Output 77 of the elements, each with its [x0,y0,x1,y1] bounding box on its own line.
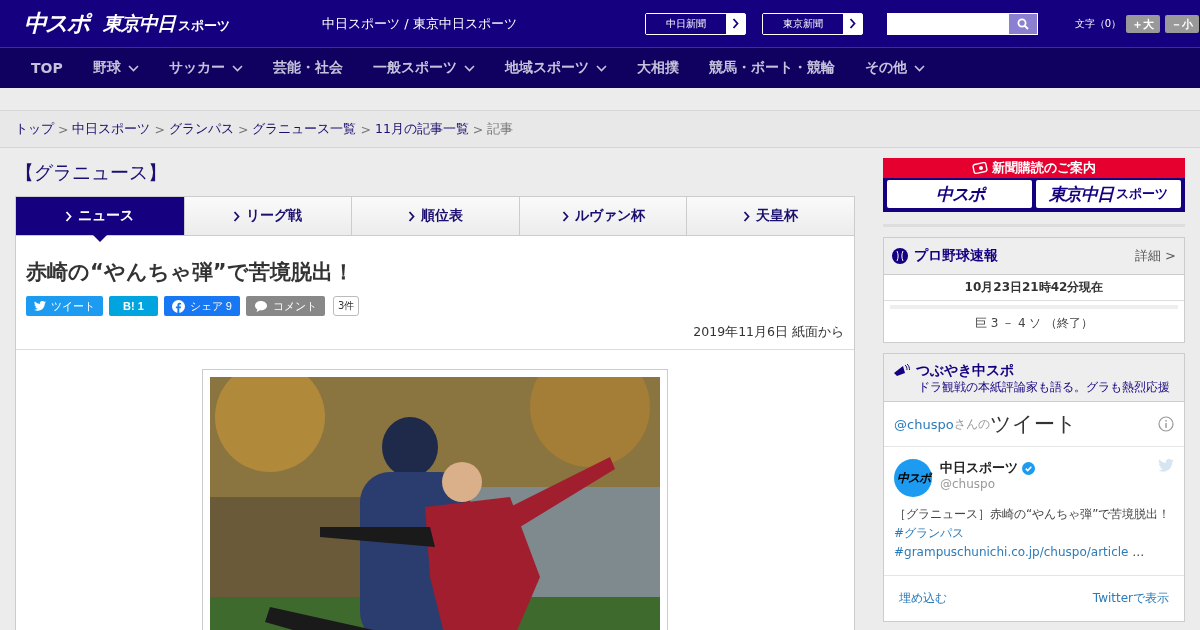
article-date: 2019年11月6日 紙面から [692,324,844,341]
search-field[interactable] [886,12,1038,35]
account-name[interactable]: 中日スポーツ [940,459,1018,477]
comment-count: 3件 [333,296,360,316]
nav-item[interactable]: 芸能・社会 [257,48,358,88]
breadcrumb-link[interactable]: 中日スポーツ [72,120,151,138]
font-size-label: 文字（0） [1074,16,1122,31]
facebook-icon [171,299,185,313]
chevron-right-icon [848,18,856,29]
update-time: 10月23日21時42分現在 [884,275,1184,301]
chevron-right-icon [561,210,569,222]
newspaper-link[interactable]: 東京新聞 [761,12,863,35]
nav-item[interactable]: 野球 [77,48,154,88]
facebook-share-button[interactable]: シェア 9 [163,296,240,316]
nav-item[interactable]: 一般スポーツ [357,48,490,88]
chevron-down-icon [463,64,475,72]
newspaper-logo[interactable]: 東京中日 スポーツ [1036,180,1181,208]
chevron-down-icon [913,64,925,72]
newspaper-link[interactable]: 中日新聞 [644,12,746,35]
breadcrumb-separator: > [58,121,69,137]
nav-item[interactable]: 競馬・ボート・競輪 [693,48,850,88]
tweet-text: ［グラニュース］赤崎の“やんちゃ弾”で苦境脱出！ #グランパス #grampuschunichi.co.jp/chuspo/article … [894,506,1172,562]
nav-item[interactable]: 地域スポーツ [489,48,622,88]
breadcrumb-separator: > [237,121,249,137]
megaphone-icon [892,363,910,379]
tab[interactable]: リーグ戦 [183,197,352,235]
chevron-right-icon [65,210,73,222]
breadcrumb-current: 記事 [487,120,514,138]
footer-link[interactable]: Twitterで表示 [1092,590,1169,607]
tab[interactable]: 順位表 [351,197,519,235]
footer-link[interactable]: 埋め込む [899,590,947,607]
chevron-down-icon [595,64,607,72]
widget-title: つぶやき中スポ [916,362,1014,380]
breadcrumb-link[interactable]: グランパス [168,120,234,138]
tab[interactable]: ルヴァン杯 [518,197,687,235]
timeline-heading: ツイート [989,411,1077,438]
bird-icon [34,301,46,311]
breadcrumb-separator: > [360,121,371,137]
breadcrumb-link[interactable]: 11月の記事一覧 [374,120,469,138]
chevron-right-icon [233,210,241,222]
hashtag-link[interactable]: #グランパス [894,526,965,541]
breadcrumb-link[interactable]: トップ [15,120,54,138]
site-title: 中日スポーツ / 東京中日スポーツ [322,14,517,33]
chevron-down-icon [127,64,139,72]
hashtag-link[interactable]: #grampuschunichi.co.jp/chuspo/article [894,545,1129,560]
breadcrumb-link[interactable]: グラニュース一覧 [252,120,357,138]
widget-title: プロ野球速報 [914,247,998,265]
chevron-right-icon [731,18,739,29]
chevron-right-icon [408,210,415,222]
subscription-banner[interactable]: 新聞購読のご案内 中スポ 東京中日 スポーツ [883,158,1185,212]
nav-item[interactable]: 大相撲 [621,48,694,88]
site-logo[interactable]: 東京中日スポーツ [103,10,230,37]
avatar[interactable]: 中スポ [894,459,932,497]
bird-icon [1158,459,1174,472]
info-icon[interactable] [1158,416,1174,432]
baseball-icon [892,248,908,264]
game-score: 巨 3 － 4 ソ （終了） [890,305,1178,342]
breadcrumb-separator: > [154,121,165,137]
details-link[interactable]: 詳細 > [1134,247,1176,265]
newspaper-icon [972,162,988,174]
banner-title: 新聞購読のご案内 [992,159,1096,177]
newspaper-logo[interactable]: 中スポ [887,180,1032,208]
chevron-down-icon [231,64,243,72]
nav-item[interactable]: その他 [849,48,940,88]
breadcrumb-separator: > [472,121,484,137]
chevron-right-icon [743,210,751,222]
section-title: 【グラニュース】 [15,160,168,185]
search-icon[interactable] [1016,17,1029,30]
nav-item[interactable]: TOP [16,48,78,88]
widget-subtitle: ドラ観戦の本紙評論家も語る。グラも熱烈応援 [918,380,1171,395]
tab[interactable]: 天皇杯 [686,197,854,235]
heading-suffix: さんの [953,415,990,431]
article-title: 赤崎の“やんちゃ弾”で苦境脱出！ [26,259,355,286]
speech-bubble-icon [254,299,268,313]
account-handle[interactable]: @chuspo [894,416,954,432]
nav-item[interactable]: サッカー [153,48,258,88]
comment-share-button[interactable]: コメント [246,296,325,316]
